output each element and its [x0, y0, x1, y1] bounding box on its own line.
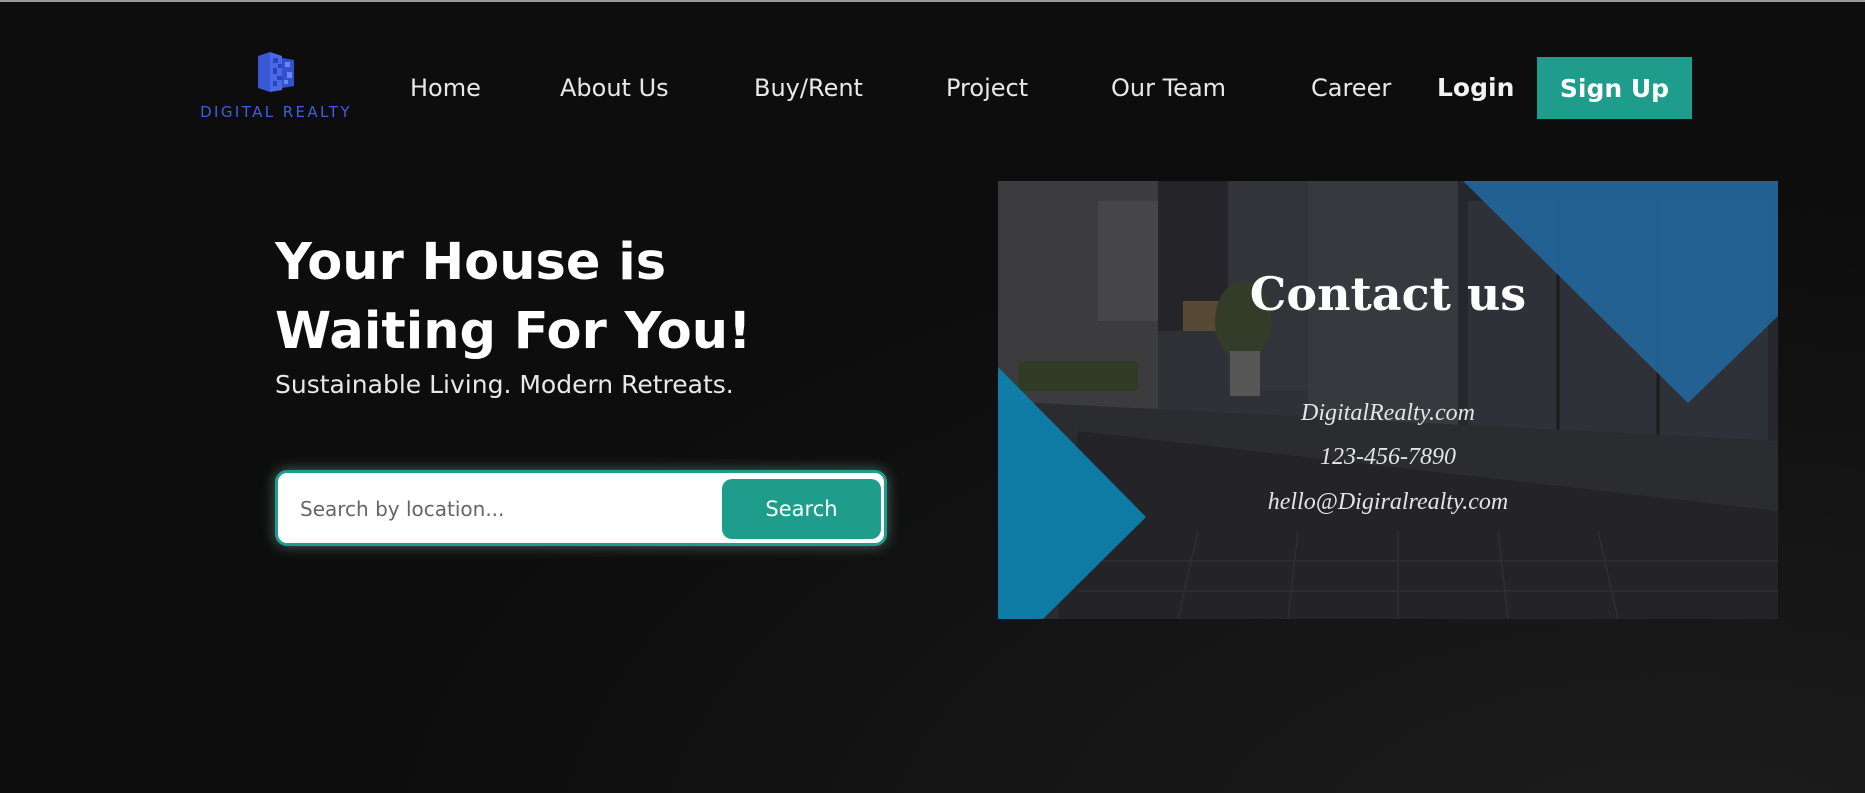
- nav-item-buy-rent[interactable]: Buy/Rent: [754, 70, 863, 106]
- nav-item-career[interactable]: Career: [1311, 70, 1391, 106]
- search-button[interactable]: Search: [722, 479, 881, 539]
- location-search-input[interactable]: [298, 487, 692, 531]
- building-blocks-icon: [258, 52, 294, 92]
- top-border-line: [0, 0, 1865, 2]
- nav-item-our-team[interactable]: Our Team: [1111, 70, 1226, 106]
- nav-item-home[interactable]: Home: [410, 70, 481, 106]
- hero-title: Your House is Waiting For You!: [275, 233, 752, 361]
- contact-title: Contact us: [1249, 267, 1527, 321]
- hero-subtitle: Sustainable Living. Modern Retreats.: [275, 370, 734, 399]
- contact-website[interactable]: DigitalRealty.com: [998, 400, 1778, 427]
- sign-up-button[interactable]: Sign Up: [1537, 57, 1692, 119]
- search-bar: Search: [275, 470, 887, 546]
- nav-item-project[interactable]: Project: [946, 70, 1028, 106]
- nav-item-about-us[interactable]: About Us: [560, 70, 669, 106]
- login-link[interactable]: Login: [1437, 70, 1514, 106]
- brand-name: DIGITAL REALTY: [200, 103, 352, 121]
- contact-card: Contact us DigitalRealty.com 123-456-789…: [998, 181, 1778, 619]
- contact-phone[interactable]: 123-456-7890: [998, 444, 1778, 471]
- brand-logo[interactable]: DIGITAL REALTY: [196, 50, 356, 124]
- contact-email[interactable]: hello@Digiralrealty.com: [998, 489, 1778, 516]
